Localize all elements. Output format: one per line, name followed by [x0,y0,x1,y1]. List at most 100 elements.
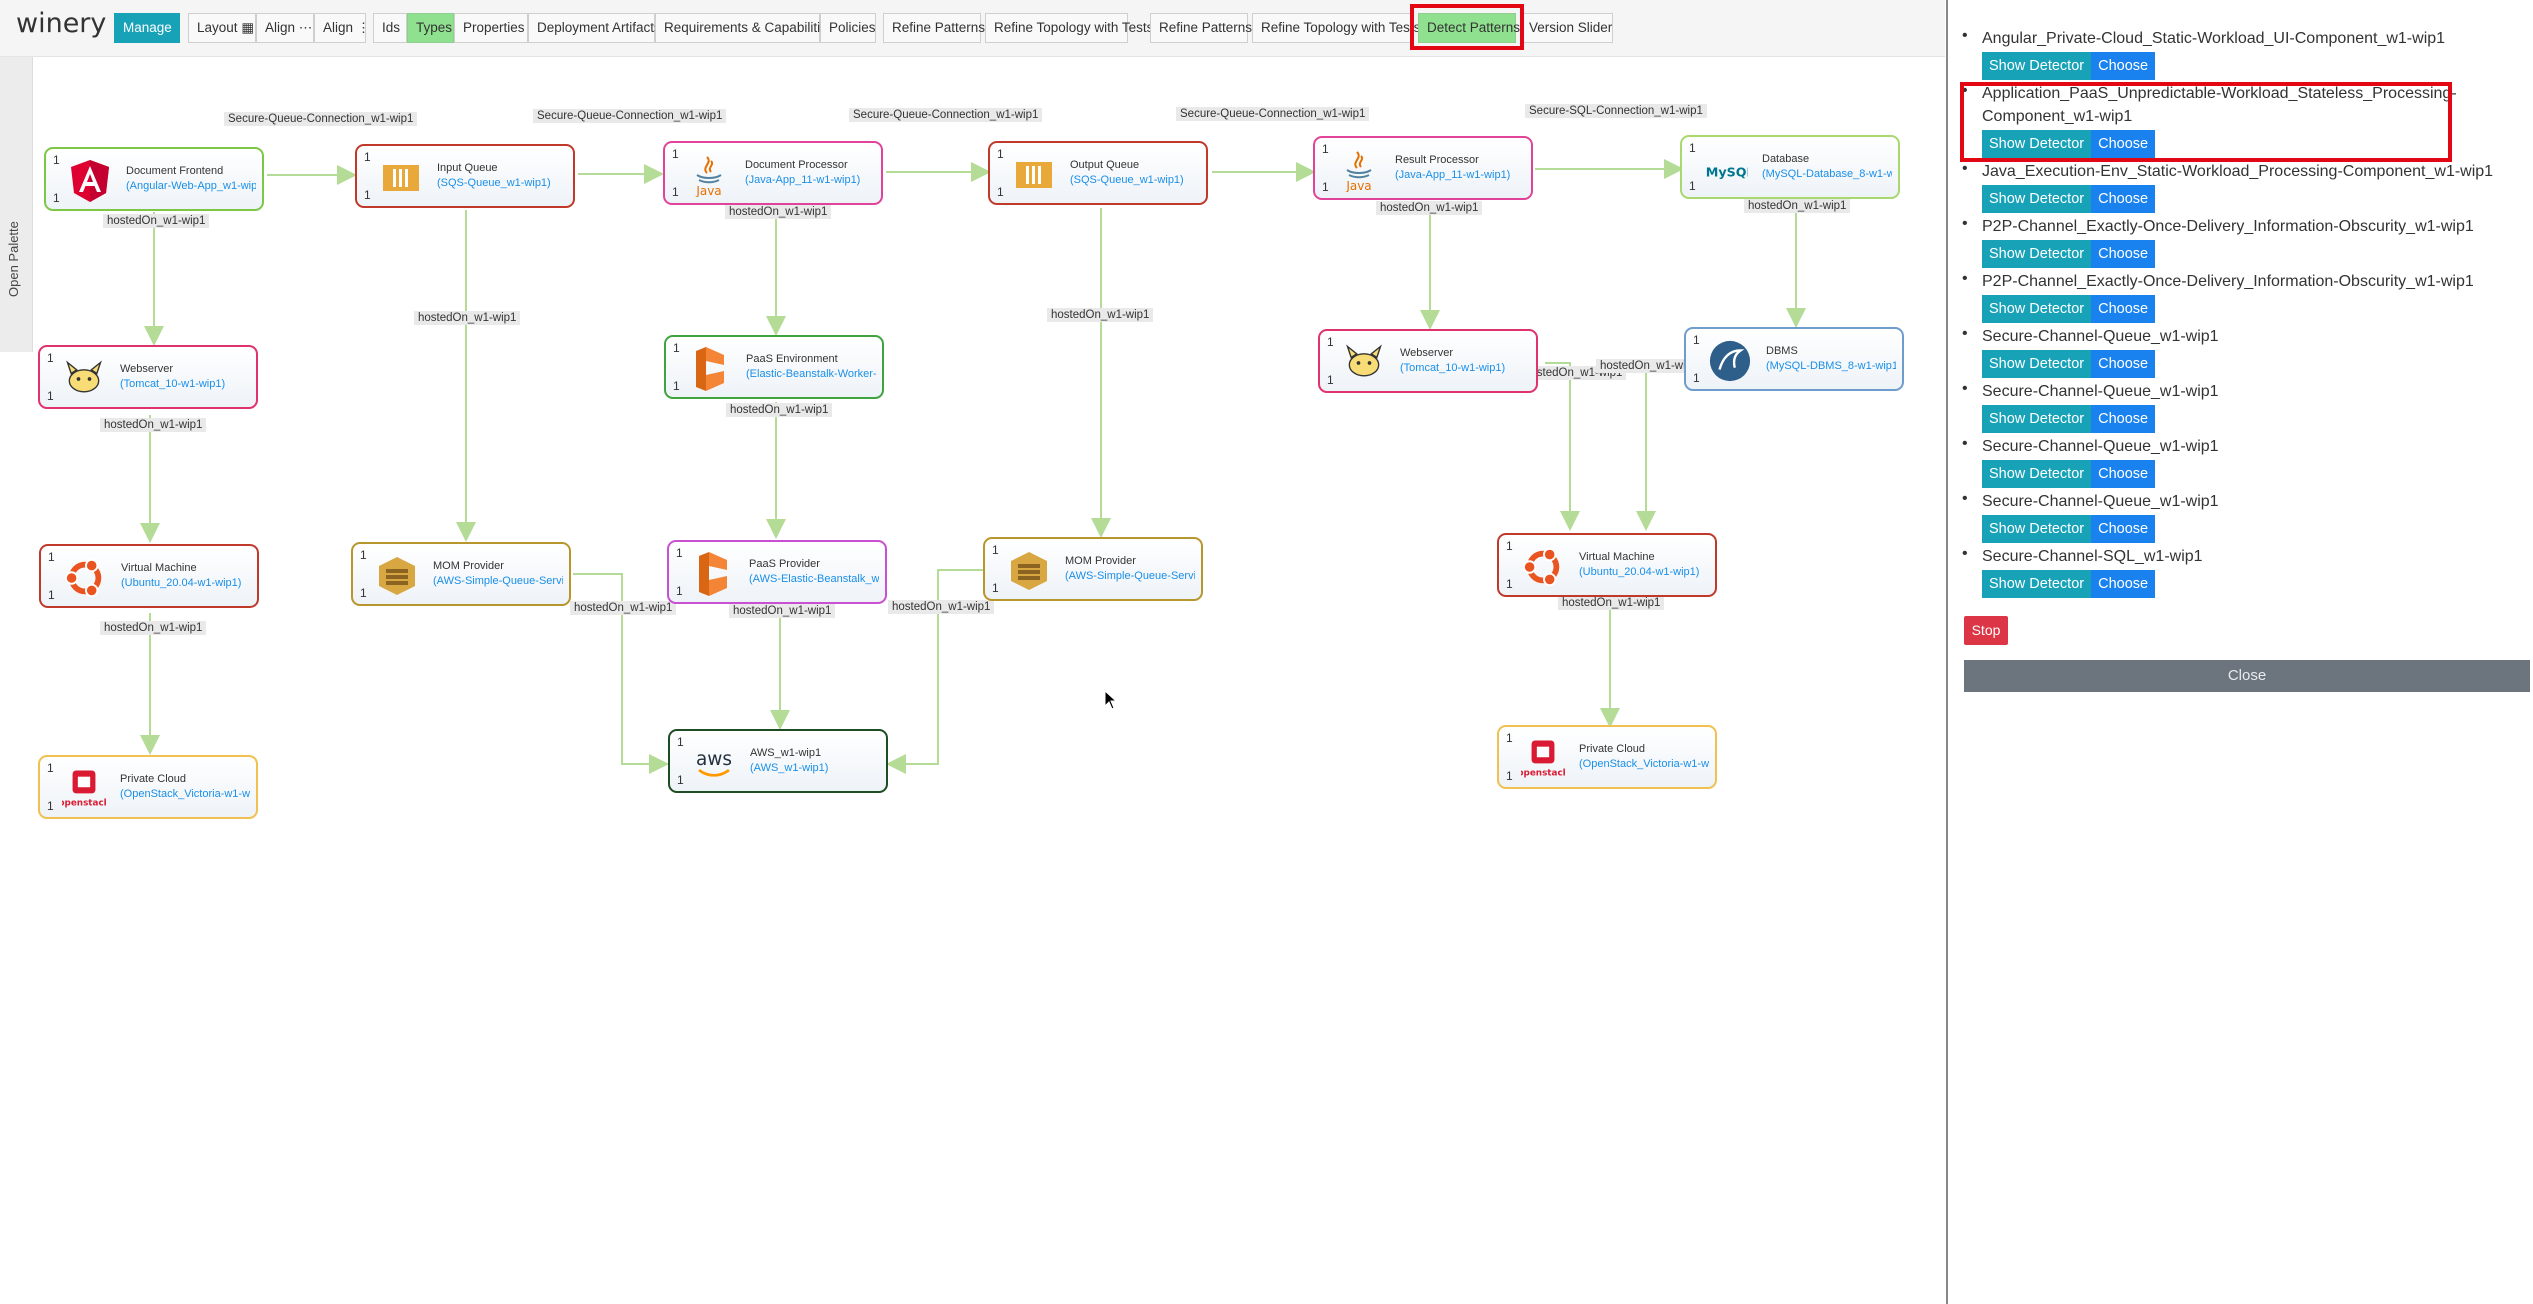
requirements-capabilities-toggle[interactable]: Requirements & Capabilities [655,13,834,43]
pattern-name: Angular_Private-Cloud_Static-Workload_UI… [1982,30,2446,47]
node-name: PaaS Provider [749,558,820,570]
show-detector-button[interactable]: Show Detector [1982,240,2092,268]
node-type[interactable]: (AWS-Elastic-Beanstalk_w... [749,573,879,585]
align-label: Align [323,20,354,35]
align-vertical-button[interactable]: Align ⋮ [314,13,370,43]
node-type[interactable]: (Ubuntu_20.04-w1-wip1) [121,577,241,589]
show-detector-button[interactable]: Show Detector [1982,460,2092,488]
pattern-name: Secure-Channel-Queue_w1-wip1 [1982,438,2219,455]
openstack-icon: openstack [1521,737,1565,781]
node-output-queue[interactable]: 1 Output Queue (SQS-Queue_w1-wip1) 1 [988,141,1208,205]
refine-patterns-button-2[interactable]: Refine Patterns [1150,13,1252,43]
open-palette-tab[interactable]: Open Palette [0,57,33,352]
node-private-cloud-2[interactable]: 1 openstack Private Cloud (OpenStack_Vic… [1497,725,1717,789]
edge-label-hosted: hostedOn_w1-wip1 [414,311,521,325]
show-detector-button[interactable]: Show Detector [1982,52,2092,80]
version-slider-button[interactable]: Version Slider [1520,13,1613,43]
node-webserver-2[interactable]: 1 Webserver (Tomcat_10-w1-wip1) 1 [1318,329,1538,393]
edge-label-hosted: hostedOn_w1-wip1 [1558,596,1665,610]
choose-button[interactable]: Choose [2091,52,2156,80]
node-aws[interactable]: 1 aws AWS_w1-wip1 (AWS_w1-wip1) 1 [668,729,888,793]
policies-toggle[interactable]: Policies [820,13,876,43]
node-type[interactable]: (Java-App_11-w1-wip1) [1395,169,1510,181]
show-detector-button[interactable]: Show Detector [1982,185,2092,213]
show-detector-button[interactable]: Show Detector [1982,350,2092,378]
refine-patterns-button[interactable]: Refine Patterns [883,13,985,43]
node-min-count: 1 [47,351,54,365]
node-type[interactable]: (Tomcat_10-w1-wip1) [1400,362,1505,374]
node-type[interactable]: (Ubuntu_20.04-w1-wip1) [1579,566,1699,578]
properties-toggle[interactable]: Properties [454,13,528,43]
node-mom-provider-1[interactable]: 1 MOM Provider (AWS-Simple-Queue-Servic.… [351,542,571,606]
node-max-count: 1 [1506,769,1513,783]
ids-toggle[interactable]: Ids [373,13,407,43]
choose-button[interactable]: Choose [2091,515,2156,543]
node-name: DBMS [1766,345,1798,357]
node-type[interactable]: (OpenStack_Victoria-w1-wi... [120,788,250,800]
choose-button[interactable]: Choose [2091,185,2156,213]
node-document-frontend[interactable]: 1 Document Frontend (Angular-Web-App_w1-… [44,147,264,211]
node-type[interactable]: (Elastic-Beanstalk-Worker-... [746,368,876,380]
layout-label: Layout [197,20,238,35]
node-type[interactable]: (Angular-Web-App_w1-wip1) [126,180,256,192]
node-min-count: 1 [677,735,684,749]
beanstalk-icon [688,347,732,391]
edge-hosted-webserver2[interactable] [1545,362,1580,531]
topology-canvas[interactable] [0,57,1945,1304]
node-type[interactable]: (OpenStack_Victoria-w1-wi... [1579,758,1709,770]
node-virtual-machine-1[interactable]: 1 Virtual Machine (Ubuntu_20.04-w1-wip1)… [39,544,259,608]
node-webserver-1[interactable]: 1 Webserver (Tomcat_10-w1-wip1) 1 [38,345,258,409]
edge-label-sqc-2: Secure-Queue-Connection_w1-wip1 [533,109,727,123]
node-input-queue[interactable]: 1 Input Queue (SQS-Queue_w1-wip1) 1 [355,144,575,208]
node-name: Database [1762,153,1810,165]
node-type[interactable]: (MySQL-Database_8-w1-wi... [1762,168,1892,180]
mysql-text: MySQL [1706,165,1748,180]
edge-label-hosted: hostedOn_w1-wip1 [1376,201,1483,215]
node-min-count: 1 [360,548,367,562]
edge-hosted-dbms[interactable] [1636,359,1685,531]
types-toggle[interactable]: Types [407,13,454,43]
deployment-artifacts-toggle[interactable]: Deployment Artifacts [528,13,661,43]
node-type[interactable]: (SQS-Queue_w1-wip1) [437,177,551,189]
node-name: Input Queue [437,162,498,174]
node-result-processor[interactable]: 1 Java Result Processor (Java-App_11-w1-… [1313,136,1533,200]
beanstalk-icon [691,552,735,596]
node-document-processor[interactable]: 1 Java Document Processor (Java-App_11-w… [663,141,883,205]
layout-button[interactable]: Layout ▦ [188,13,256,43]
node-type[interactable]: (AWS-Simple-Queue-Servic... [1065,570,1195,582]
node-name: Webserver [120,363,173,375]
node-type[interactable]: (MySQL-DBMS_8-w1-wip1) [1766,360,1896,372]
node-type[interactable]: (AWS-Simple-Queue-Servic... [433,575,563,587]
show-detector-button[interactable]: Show Detector [1982,515,2092,543]
node-paas-environment[interactable]: 1 PaaS Environment (Elastic-Beanstalk-Wo… [664,335,884,399]
choose-button[interactable]: Choose [2091,405,2156,433]
refine-topology-tests-button-2[interactable]: Refine Topology with Tests [1252,13,1420,43]
node-mom-provider-2[interactable]: 1 MOM Provider (AWS-Simple-Queue-Servic.… [983,537,1203,601]
refine-topology-tests-button[interactable]: Refine Topology with Tests [985,13,1153,43]
node-paas-provider[interactable]: 1 PaaS Provider (AWS-Elastic-Beanstalk_w… [667,540,887,604]
choose-button[interactable]: Choose [2091,350,2156,378]
node-max-count: 1 [53,191,60,205]
tomcat-icon [1342,341,1386,385]
choose-button[interactable]: Choose [2091,570,2156,598]
manage-button[interactable]: Manage [114,13,180,43]
align-horizontal-button[interactable]: Align ⋯ [256,13,314,43]
node-database[interactable]: 1 MySQL Database (MySQL-Database_8-w1-wi… [1680,135,1900,199]
openstack-text: openstack [1521,769,1565,779]
show-detector-button[interactable]: Show Detector [1982,570,2092,598]
edge-label-hosted: hostedOn_w1-wip1 [729,604,836,618]
close-button[interactable]: Close [1964,660,2530,692]
node-type[interactable]: (Tomcat_10-w1-wip1) [120,378,225,390]
choose-button[interactable]: Choose [2091,240,2156,268]
show-detector-button[interactable]: Show Detector [1982,295,2092,323]
node-type[interactable]: (AWS_w1-wip1) [750,762,828,774]
stop-button[interactable]: Stop [1964,616,2008,645]
choose-button[interactable]: Choose [2091,295,2156,323]
node-dbms[interactable]: 1 DBMS (MySQL-DBMS_8-w1-wip1) 1 [1684,327,1904,391]
node-type[interactable]: (SQS-Queue_w1-wip1) [1070,174,1184,186]
node-private-cloud-1[interactable]: 1 openstack Private Cloud (OpenStack_Vic… [38,755,258,819]
show-detector-button[interactable]: Show Detector [1982,405,2092,433]
node-type[interactable]: (Java-App_11-w1-wip1) [745,174,860,186]
choose-button[interactable]: Choose [2091,460,2156,488]
node-virtual-machine-2[interactable]: 1 Virtual Machine (Ubuntu_20.04-w1-wip1)… [1497,533,1717,597]
